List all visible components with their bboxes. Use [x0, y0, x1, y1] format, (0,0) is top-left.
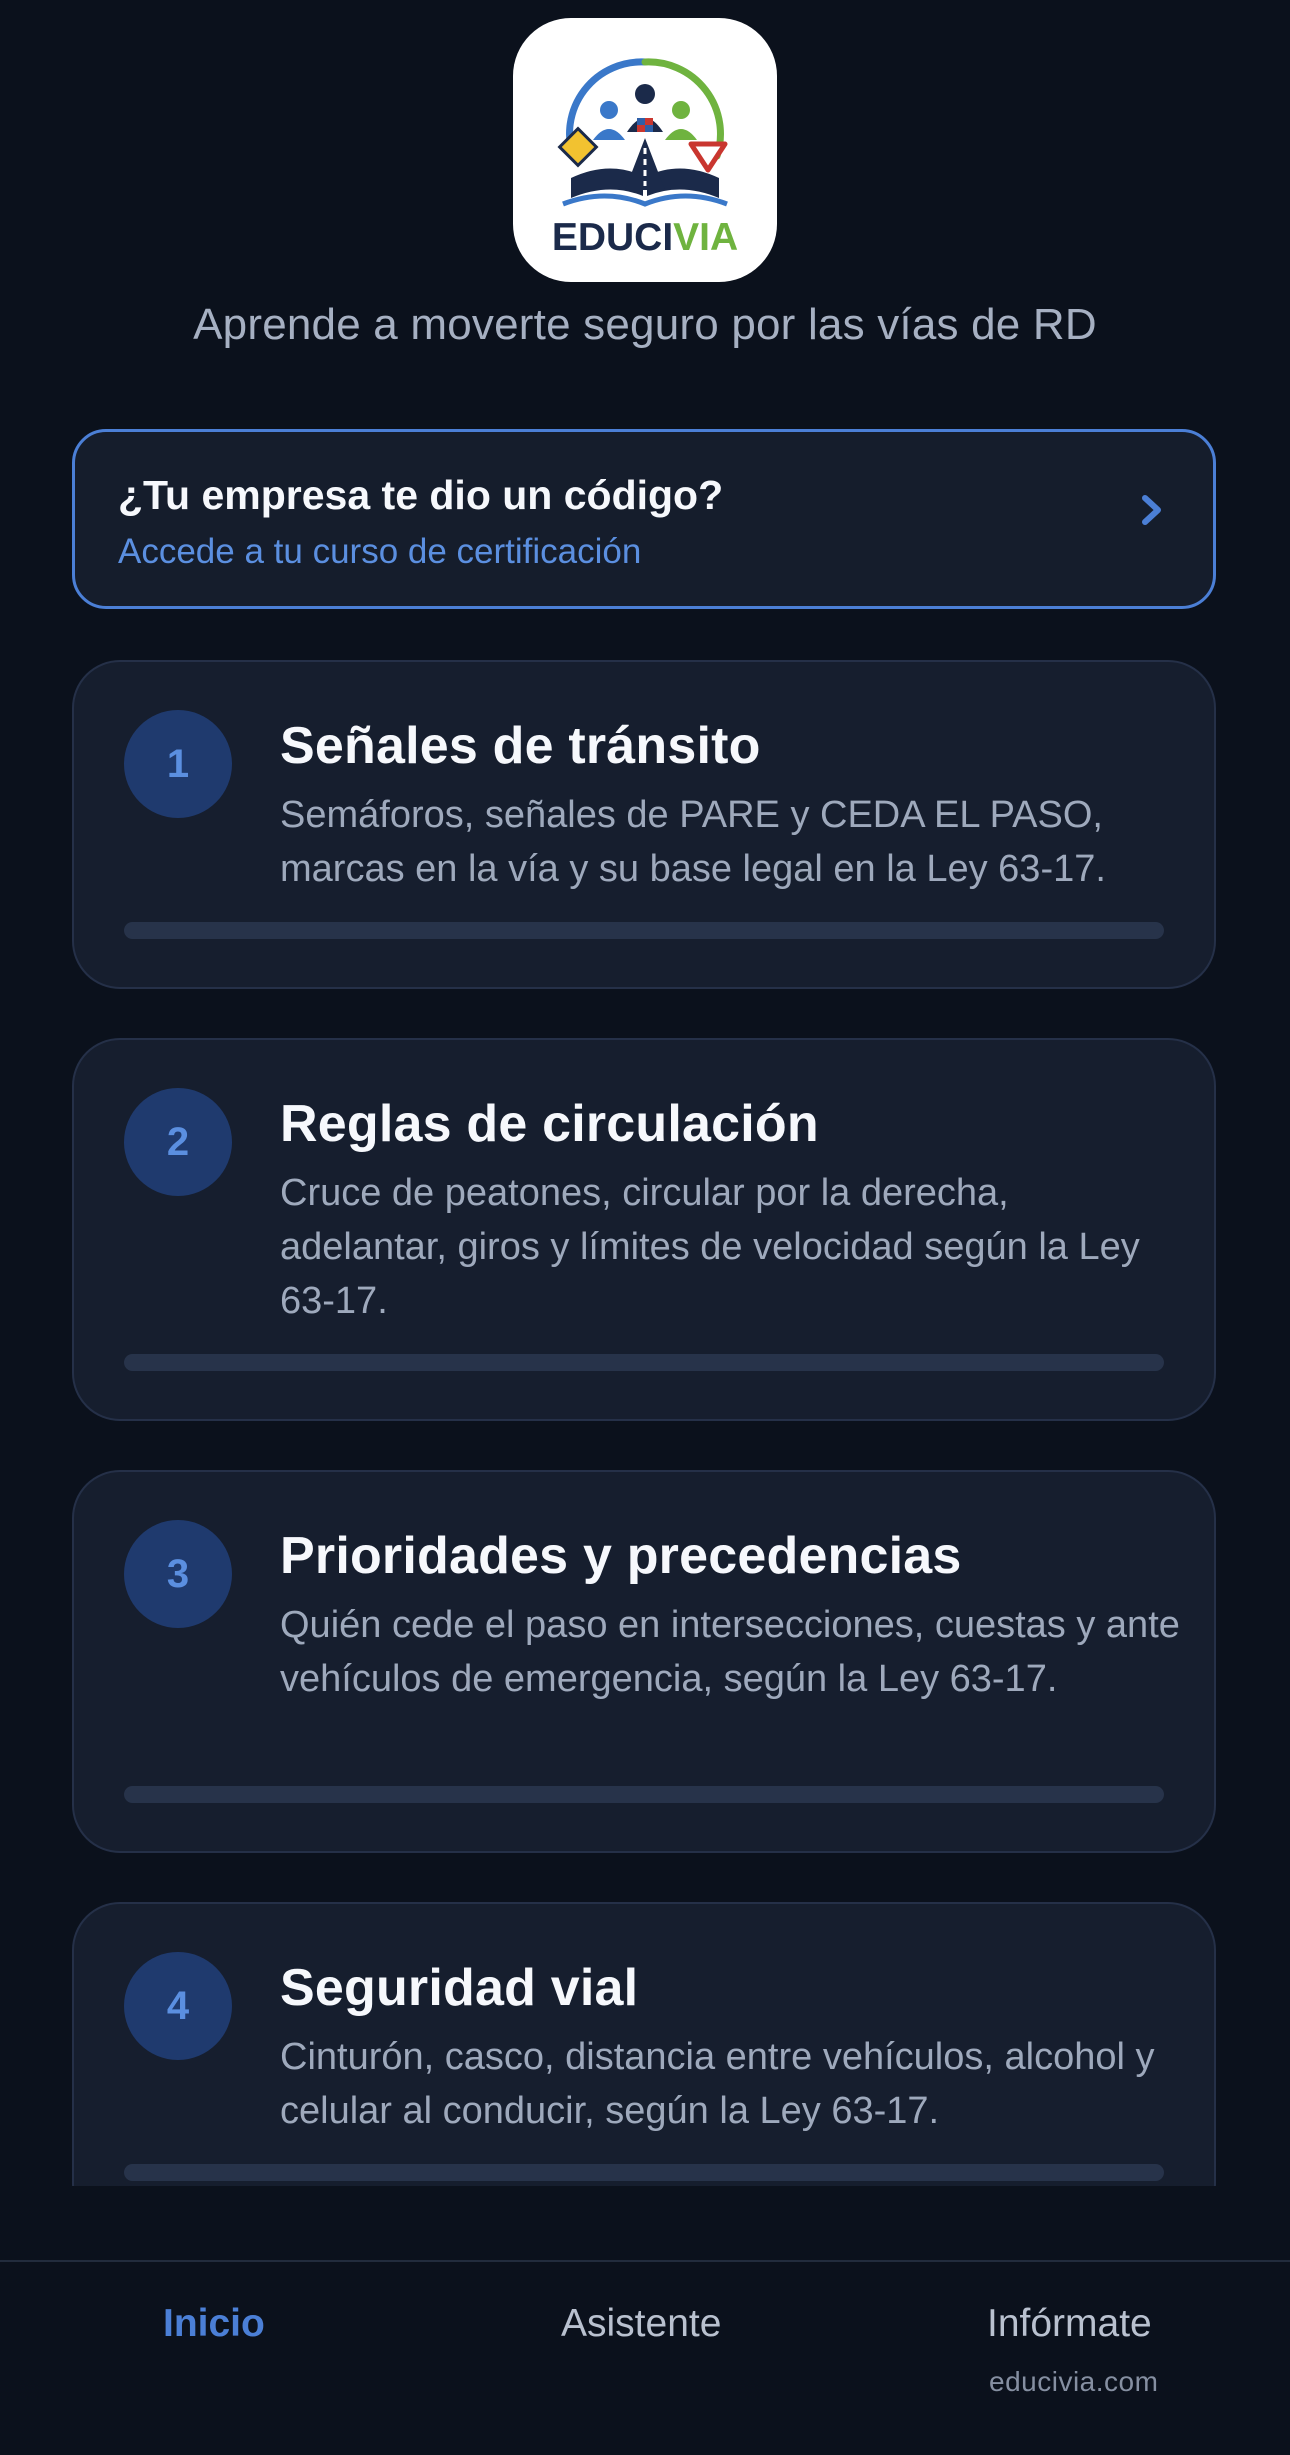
company-code-title: ¿Tu empresa te dio un código? [118, 472, 724, 518]
module-description: Semáforos, señales de PARE y CEDA EL PAS… [280, 794, 1106, 890]
tab-inicio[interactable]: Inicio [163, 2302, 265, 2346]
educivia-logo-graphic: EDUCIVIA [552, 58, 738, 259]
bottom-tab-bar: Inicio Asistente Infórmate educivia.com [0, 2260, 1290, 2455]
module-card-3[interactable]: 3 Prioridades y precedencias Quién cede … [72, 1470, 1216, 1853]
module-progress-bar [124, 922, 1164, 939]
module-card-2[interactable]: 2 Reglas de circulación Cruce de peatone… [72, 1038, 1216, 1421]
tagline: Aprende a moverte seguro por las vías de… [193, 300, 1097, 349]
tab-informate[interactable]: Infórmate [987, 2302, 1152, 2346]
module-progress-bar [124, 1786, 1164, 1803]
module-title: Seguridad vial [280, 1959, 639, 2017]
tab-informate-sublabel: educivia.com [989, 2366, 1159, 2397]
module-progress-bar [124, 2164, 1164, 2181]
module-number-badge: 1 [124, 710, 232, 818]
module-title: Prioridades y precedencias [280, 1527, 962, 1585]
chevron-right-icon [1142, 495, 1161, 525]
module-title: Señales de tránsito [280, 717, 761, 775]
company-code-subtitle: Accede a tu curso de certificación [118, 532, 642, 571]
module-card-1[interactable]: 1 Señales de tránsito Semáforos, señales… [72, 660, 1216, 989]
module-card-4[interactable]: 4 Seguridad vial Cinturón, casco, distan… [72, 1902, 1216, 2186]
module-description: Cinturón, casco, distancia entre vehícul… [280, 2036, 1155, 2132]
module-description: Quién cede el paso en intersecciones, cu… [280, 1604, 1180, 1700]
company-code-banner[interactable]: ¿Tu empresa te dio un código? Accede a t… [72, 429, 1216, 609]
module-title: Reglas de circulación [280, 1095, 819, 1153]
svg-text:EDUCIVIA: EDUCIVIA [552, 216, 738, 259]
module-number-badge: 3 [124, 1520, 232, 1628]
app-logo: EDUCIVIA [513, 18, 777, 282]
module-progress-bar [124, 1354, 1164, 1371]
logo-text-right: VIA [673, 216, 738, 259]
logo-text-left: EDUCI [552, 216, 673, 259]
module-description: Cruce de peatones, circular por la derec… [280, 1172, 1140, 1322]
module-number-badge: 4 [124, 1952, 232, 2060]
module-number-badge: 2 [124, 1088, 232, 1196]
scroll-content[interactable]: EDUCIVIA Aprende a moverte seguro por la… [0, 0, 1290, 2186]
tab-asistente[interactable]: Asistente [561, 2302, 721, 2346]
